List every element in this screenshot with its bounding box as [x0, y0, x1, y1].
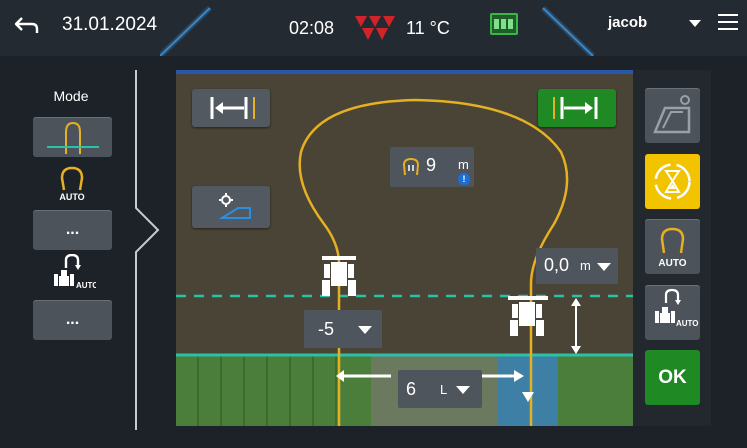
mode-label: Mode	[53, 88, 89, 104]
header-glow-right	[540, 5, 595, 56]
field-shape-button[interactable]	[645, 88, 700, 143]
tractor-u-turn-auto-icon: AUTO	[655, 288, 699, 328]
auto-label: AUTO	[676, 319, 699, 328]
ok-button[interactable]: OK	[645, 350, 700, 405]
auto-label: AUTO	[658, 258, 686, 269]
shift-left-icon	[210, 97, 255, 119]
shift-right-button[interactable]	[538, 89, 616, 127]
u-turn-radius-icon	[402, 157, 420, 175]
app-screen: 31.01.2024 02:08 11 °C jacob Mode AUTO .…	[0, 0, 747, 448]
auto-label: AUTO	[59, 192, 85, 202]
header-glow-left	[160, 5, 213, 56]
skip-count-field[interactable]: 6 L	[398, 370, 482, 408]
chevron-down-icon[interactable]	[358, 326, 372, 334]
back-arrow-icon[interactable]	[10, 10, 44, 40]
chevron-down-icon[interactable]	[689, 20, 701, 27]
temperature-display: 11 °C	[406, 18, 450, 38]
offset-unit: m	[580, 258, 591, 273]
info-icon[interactable]: !	[458, 173, 470, 185]
skip-value: 6	[406, 379, 417, 399]
panel-collapse-chevron[interactable]	[130, 70, 162, 430]
u-turn-pattern-icon	[46, 121, 99, 154]
turn-radius-value: 9	[426, 155, 437, 175]
more-options-button[interactable]: ...	[33, 210, 112, 250]
tractor-target-icon	[508, 296, 548, 336]
hourglass-cycle-icon	[654, 163, 691, 200]
headland-settings-button[interactable]	[192, 186, 270, 228]
field-map[interactable]: 9 m ! 0,0 m -5 6 L	[176, 70, 633, 426]
field-layers-icon	[653, 95, 691, 134]
tractor-u-turn-auto-icon: AUTO	[54, 253, 99, 290]
auto-label: AUTO	[76, 281, 96, 290]
offset-double-arrow	[571, 298, 581, 354]
shift-right-icon	[553, 97, 598, 119]
gnss-signal-icon[interactable]	[490, 13, 518, 35]
gear-field-icon	[218, 193, 251, 219]
auto-turn-mode-indicator: AUTO	[48, 164, 96, 204]
turn-radius-unit: m	[458, 157, 469, 172]
date-display: 31.01.2024	[62, 14, 158, 35]
auto-turn-button[interactable]: AUTO	[645, 219, 700, 274]
chevron-down-icon[interactable]	[456, 386, 470, 394]
auto-tractor-mode-indicator: AUTO	[48, 253, 99, 294]
triple-triangle-logo-icon	[352, 12, 398, 44]
mode-turn-pattern-button[interactable]	[33, 117, 112, 157]
turn-radius-field[interactable]: 9 m !	[390, 147, 474, 187]
headland-value-field[interactable]: -5	[304, 310, 382, 348]
skip-unit: L	[440, 382, 448, 397]
headland-value: -5	[318, 319, 335, 339]
more-options-button-2[interactable]: ...	[33, 300, 112, 340]
top-bar: 31.01.2024 02:08 11 °C jacob	[0, 0, 747, 56]
hamburger-menu-icon[interactable]	[718, 14, 738, 34]
time-display: 02:08	[289, 18, 335, 38]
u-turn-auto-icon	[60, 166, 84, 191]
turn-timer-button[interactable]	[645, 154, 700, 209]
offset-value: 0,0	[544, 255, 570, 275]
user-name[interactable]: jacob	[608, 14, 647, 31]
offset-field[interactable]: 0,0 m	[536, 248, 618, 284]
auto-tractor-turn-button[interactable]: AUTO	[645, 285, 700, 340]
shift-left-button[interactable]	[192, 89, 270, 127]
u-turn-auto-icon: AUTO	[658, 227, 687, 269]
chevron-down-icon[interactable]	[597, 263, 611, 271]
